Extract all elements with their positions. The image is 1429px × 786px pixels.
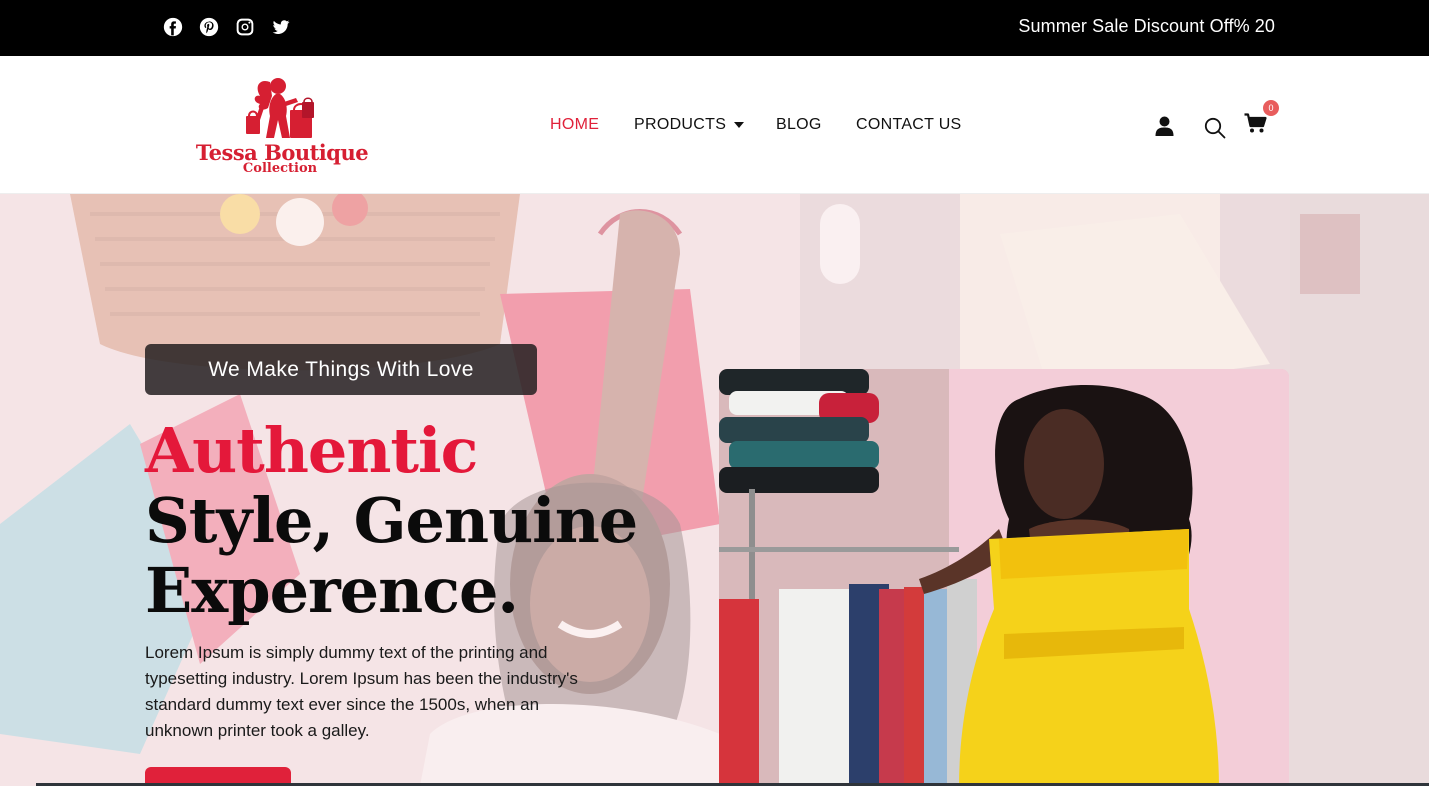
headline-highlight: Authentic xyxy=(145,414,478,487)
hero-section: We Make Things With Love Authentic Style… xyxy=(0,194,1429,786)
promo-text: Summer Sale Discount Off% 20 xyxy=(1018,16,1275,36)
twitter-icon[interactable] xyxy=(270,16,292,38)
facebook-icon[interactable] xyxy=(162,16,184,38)
shopping-woman-logo-icon xyxy=(246,78,314,138)
cart-icon[interactable] xyxy=(1244,113,1267,134)
instagram-icon[interactable] xyxy=(234,16,256,38)
search-icon[interactable] xyxy=(1204,117,1226,139)
pinterest-icon[interactable] xyxy=(198,16,220,38)
nav-contact-us[interactable]: CONTACT US xyxy=(856,116,962,134)
headline-line-2: Style, Genuine xyxy=(145,484,638,557)
cart-count-badge: 0 xyxy=(1263,100,1279,116)
caret-down-icon xyxy=(734,121,745,128)
nav-home[interactable]: HOME xyxy=(550,116,599,134)
top-bar: Summer Sale Discount Off% 20 xyxy=(0,0,1429,56)
user-icon[interactable] xyxy=(1155,116,1174,136)
logo-subtitle: Collection xyxy=(242,161,318,176)
headline-line-3: Experence. xyxy=(145,554,519,627)
site-logo[interactable]: Tessa Boutique Collection xyxy=(190,72,370,182)
nav-products-label: PRODUCTS xyxy=(634,116,727,133)
hero-product-photo xyxy=(719,369,1289,786)
hero-headline: Authentic Style, Genuine Experence. xyxy=(145,414,638,627)
nav-products[interactable]: PRODUCTS xyxy=(634,116,745,134)
hero-description: Lorem Ipsum is simply dummy text of the … xyxy=(145,643,578,740)
nav-blog[interactable]: BLOG xyxy=(776,116,822,134)
site-header: Tessa Boutique Collection HOME PRODUCTS … xyxy=(0,56,1429,194)
hero-tagline: We Make Things With Love xyxy=(145,344,537,395)
woman-shopping-photo xyxy=(719,369,1289,786)
